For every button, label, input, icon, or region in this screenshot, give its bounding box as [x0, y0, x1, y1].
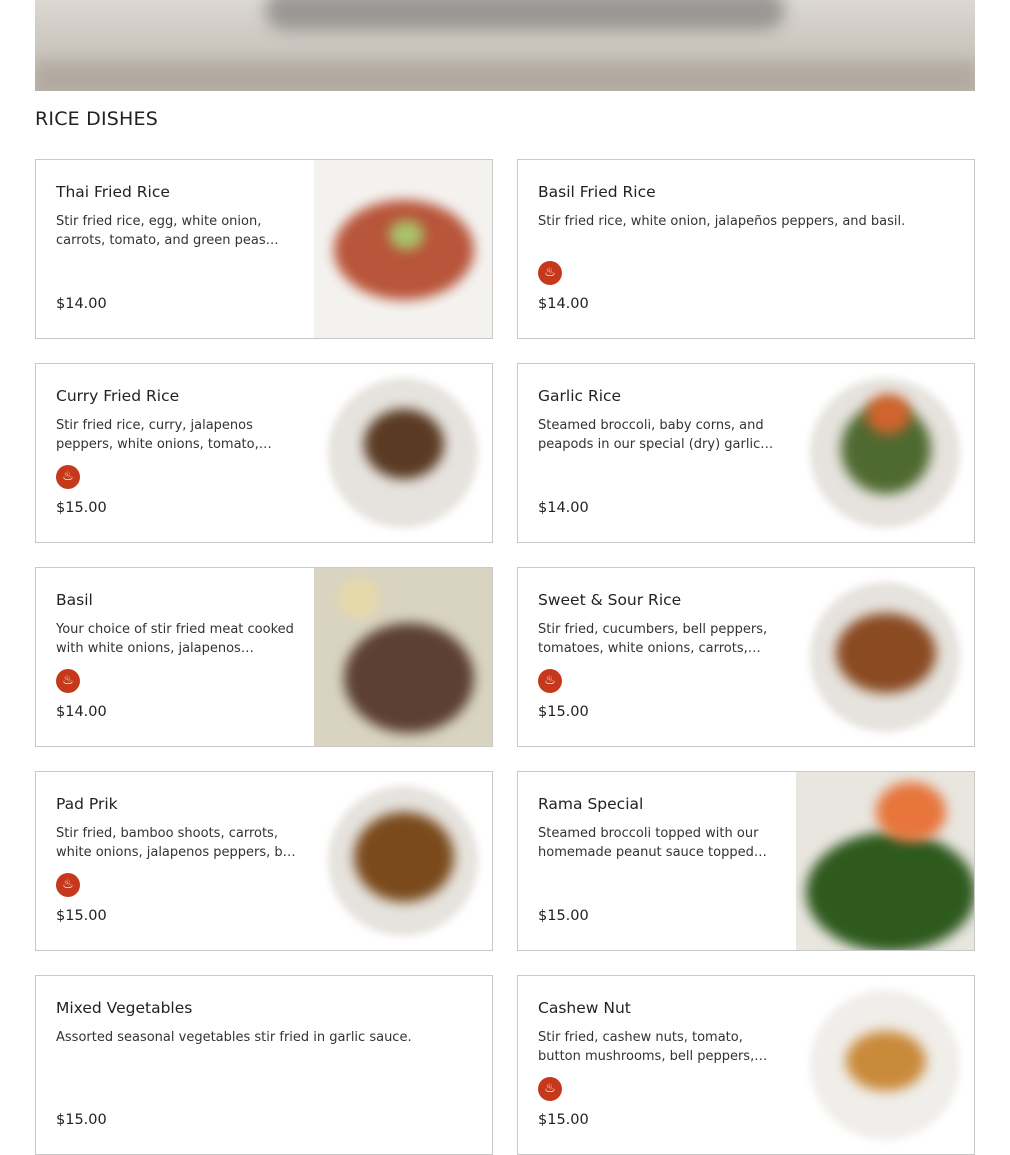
menu-item-card[interactable]: Mixed Vegetables Assorted seasonal veget… [35, 975, 493, 1155]
food-shape [866, 394, 911, 434]
menu-item-card[interactable]: Rama Special Steamed broccoli topped wit… [517, 771, 975, 951]
food-shape [836, 613, 936, 693]
menu-item-price: $15.00 [538, 704, 589, 720]
chili-pepper-icon: ♨ [538, 261, 562, 285]
food-shape [876, 782, 946, 842]
chili-pepper-icon: ♨ [56, 873, 80, 897]
chili-pepper-icon: ♨ [538, 1077, 562, 1101]
menu-item-name: Rama Special [538, 795, 644, 813]
menu-item-description: Stir fried, cashew nuts, tomato, button … [538, 1030, 755, 1064]
section-title: RICE DISHES [35, 108, 158, 130]
menu-item-photo [314, 772, 492, 950]
banner-blurred-text [265, 0, 785, 30]
chili-pepper-icon: ♨ [56, 669, 80, 693]
menu-item-price: $14.00 [538, 500, 589, 516]
food-shape [389, 220, 424, 250]
menu-item-photo [796, 772, 974, 950]
menu-item-photo [796, 568, 974, 746]
menu-item-name: Basil [56, 591, 93, 609]
menu-item-description: Stir fried rice, curry, jalapenos pepper… [56, 418, 272, 452]
header-banner-image [35, 0, 975, 91]
menu-item-card[interactable]: Cashew Nut Stir fried, cashew nuts, toma… [517, 975, 975, 1155]
menu-item-photo [796, 976, 974, 1154]
menu-item-name: Mixed Vegetables [56, 999, 193, 1017]
food-shape [354, 812, 454, 902]
menu-item-card[interactable]: Thai Fried Rice Stir fried rice, egg, wh… [35, 159, 493, 339]
menu-item-price: $14.00 [56, 704, 107, 720]
menu-item-description: Assorted seasonal vegetables stir fried … [56, 1030, 412, 1045]
menu-item-name: Pad Prik [56, 795, 118, 813]
menu-item-price: $15.00 [538, 908, 589, 924]
menu-item-card[interactable]: Curry Fried Rice Stir fried rice, curry,… [35, 363, 493, 543]
menu-item-description: Your choice of stir fried meat cooked wi… [56, 622, 294, 656]
menu-item-description: Stir fried rice, egg, white onion, carro… [56, 214, 279, 248]
menu-item-name: Sweet & Sour Rice [538, 591, 682, 609]
menu-item-description: Steamed broccoli topped with our homemad… [538, 826, 759, 860]
food-shape [846, 1031, 926, 1091]
menu-item-photo [314, 568, 492, 746]
menu-item-description: Stir fried, bamboo shoots, carrots, whit… [56, 826, 296, 860]
menu-item-price: $15.00 [56, 500, 107, 516]
menu-item-card[interactable]: Garlic Rice Steamed broccoli, baby corns… [517, 363, 975, 543]
food-shape [339, 578, 379, 618]
menu-item-name: Garlic Rice [538, 387, 622, 405]
menu-item-photo [314, 364, 492, 542]
food-shape [806, 832, 974, 950]
menu-item-photo [314, 160, 492, 338]
food-shape [334, 200, 474, 300]
menu-item-price: $15.00 [538, 1112, 589, 1128]
menu-item-card[interactable]: Sweet & Sour Rice Stir fried, cucumbers,… [517, 567, 975, 747]
menu-item-name: Basil Fried Rice [538, 183, 656, 201]
menu-item-description: Stir fried rice, white onion, jalapeños … [538, 214, 906, 229]
food-shape [364, 409, 444, 479]
menu-item-price: $15.00 [56, 908, 107, 924]
menu-item-name: Thai Fried Rice [56, 183, 170, 201]
menu-item-description: Stir fried, cucumbers, bell peppers, tom… [538, 622, 768, 656]
menu-item-card[interactable]: Basil Fried Rice Stir fried rice, white … [517, 159, 975, 339]
menu-item-price: $15.00 [56, 1112, 107, 1128]
menu-item-name: Curry Fried Rice [56, 387, 180, 405]
chili-pepper-icon: ♨ [538, 669, 562, 693]
chili-pepper-icon: ♨ [56, 465, 80, 489]
menu-item-card[interactable]: Basil Your choice of stir fried meat coo… [35, 567, 493, 747]
menu-item-photo [796, 364, 974, 542]
menu-item-description: Steamed broccoli, baby corns, and peapod… [538, 418, 774, 452]
menu-item-price: $14.00 [538, 296, 589, 312]
menu-item-card[interactable]: Pad Prik Stir fried, bamboo shoots, carr… [35, 771, 493, 951]
menu-item-name: Cashew Nut [538, 999, 631, 1017]
banner-blurred-table [35, 60, 975, 91]
food-shape [344, 623, 474, 733]
menu-item-price: $14.00 [56, 296, 107, 312]
